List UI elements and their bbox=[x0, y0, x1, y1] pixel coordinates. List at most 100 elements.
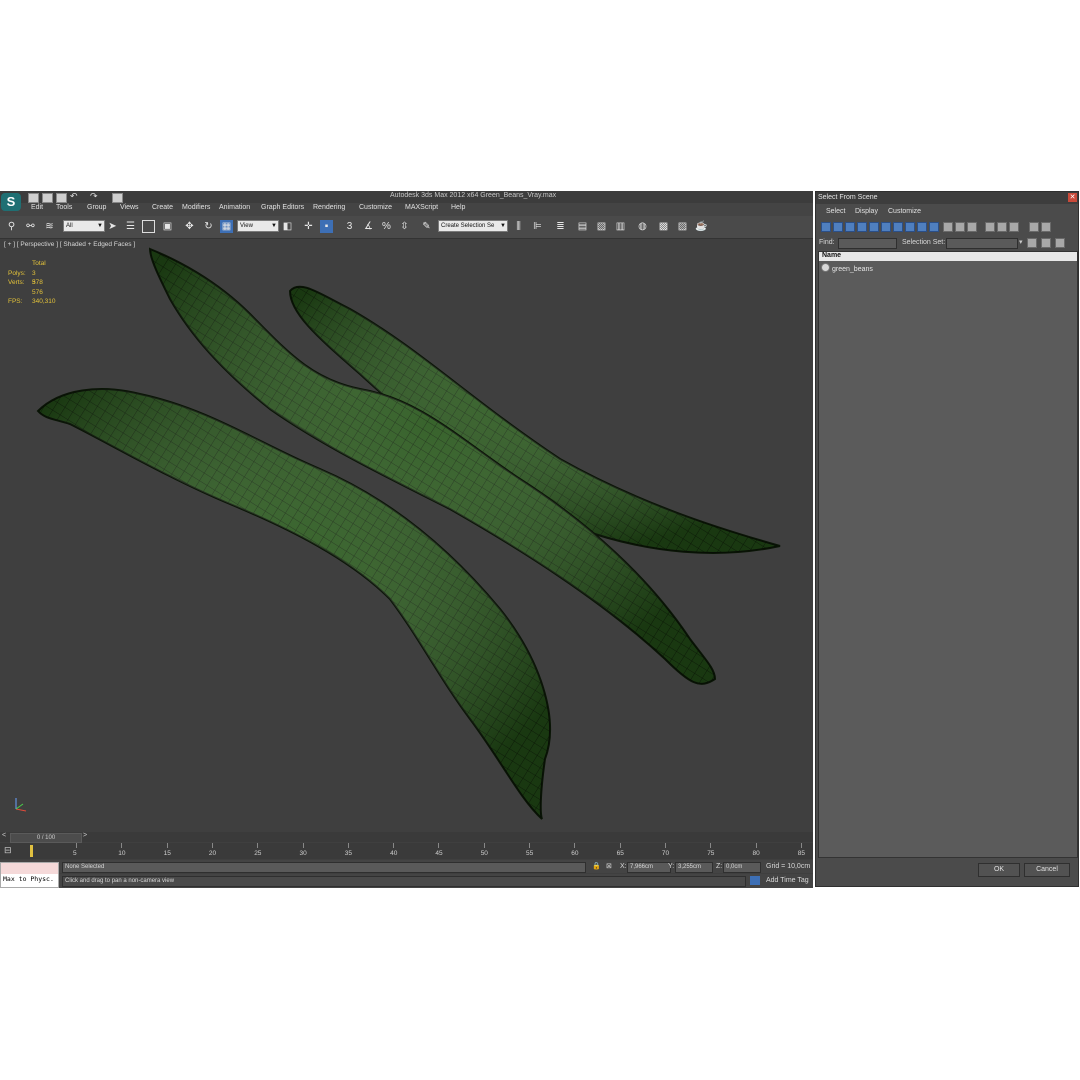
add-set-icon[interactable] bbox=[1027, 238, 1037, 248]
display-none-icon[interactable] bbox=[955, 222, 965, 232]
menu-create[interactable]: Create bbox=[152, 204, 173, 211]
layer-manager-icon[interactable]: ≣ bbox=[554, 220, 567, 233]
menu-views[interactable]: Views bbox=[120, 204, 139, 211]
reference-coordinate-dropdown[interactable]: View ▼ bbox=[237, 220, 279, 232]
absolute-mode-icon[interactable]: ⊠ bbox=[606, 862, 612, 870]
pivot-center-icon[interactable]: ◧ bbox=[281, 220, 294, 233]
select-none-icon[interactable] bbox=[997, 222, 1007, 232]
display-all-icon[interactable] bbox=[943, 222, 953, 232]
menu-graph-editors[interactable]: Graph Editors bbox=[261, 204, 304, 211]
redo-icon[interactable]: ↷ bbox=[90, 191, 98, 202]
name-column-header[interactable]: Name bbox=[819, 252, 1077, 261]
display-containers-icon[interactable] bbox=[929, 222, 939, 232]
bind-space-warp-icon[interactable]: ≋ bbox=[43, 220, 56, 233]
grid-size: Grid = 10,0cm bbox=[766, 863, 811, 870]
scene-object-list[interactable]: Name green_beans bbox=[818, 251, 1078, 858]
z-coordinate-field[interactable]: 0,0cm bbox=[723, 862, 761, 873]
display-xrefs-icon[interactable] bbox=[905, 222, 915, 232]
display-geometry-icon[interactable] bbox=[821, 222, 831, 232]
menu-edit[interactable]: Edit bbox=[31, 204, 43, 211]
mirror-icon[interactable]: ⫼ bbox=[512, 220, 525, 233]
unlink-icon[interactable]: ⚯ bbox=[24, 220, 37, 233]
named-selection-sets-dropdown[interactable]: Create Selection Se ▼ bbox=[438, 220, 508, 232]
find-input[interactable] bbox=[838, 238, 897, 249]
menu-group[interactable]: Group bbox=[87, 204, 106, 211]
keyboard-shortcut-override-icon[interactable]: ▪ bbox=[320, 220, 333, 233]
track-bar[interactable]: ⊟ 5 10 15 20 25 30 35 40 45 50 55 60 65 70 75 80 85 bbox=[0, 843, 813, 859]
schematic-view-icon[interactable]: ▥ bbox=[614, 220, 627, 233]
menu-animation[interactable]: Animation bbox=[219, 204, 250, 211]
x-coordinate-field[interactable]: 7,966cm bbox=[627, 862, 671, 873]
select-manipulate-icon[interactable]: ✛ bbox=[302, 220, 315, 233]
invert-display-icon[interactable] bbox=[967, 222, 977, 232]
set-options-icon[interactable] bbox=[1055, 238, 1065, 248]
display-bones-icon[interactable] bbox=[917, 222, 927, 232]
render-setup-icon[interactable]: ▩ bbox=[657, 220, 670, 233]
sync-selection-icon[interactable] bbox=[1041, 222, 1051, 232]
selection-set-dropdown[interactable] bbox=[946, 238, 1018, 249]
snaps-toggle-icon[interactable]: 3 bbox=[343, 220, 356, 233]
select-all-icon[interactable] bbox=[985, 222, 995, 232]
time-next-icon[interactable]: > bbox=[83, 832, 87, 839]
dialog-menu-select[interactable]: Select bbox=[826, 208, 845, 215]
remove-set-icon[interactable] bbox=[1041, 238, 1051, 248]
menu-customize[interactable]: Customize bbox=[359, 204, 392, 211]
green-beans-mesh[interactable] bbox=[0, 239, 813, 831]
new-file-icon[interactable] bbox=[28, 193, 39, 203]
select-move-icon[interactable]: ✥ bbox=[183, 220, 196, 233]
render-production-icon[interactable]: ☕ bbox=[695, 220, 708, 233]
app-logo-icon[interactable]: S bbox=[1, 193, 21, 211]
display-lights-icon[interactable] bbox=[845, 222, 855, 232]
ok-button[interactable]: OK bbox=[978, 863, 1020, 877]
time-prev-icon[interactable]: < bbox=[2, 832, 6, 839]
percent-snap-icon[interactable]: % bbox=[380, 220, 393, 233]
close-icon[interactable]: ✕ bbox=[1068, 193, 1077, 202]
menu-maxscript[interactable]: MAXScript bbox=[405, 204, 438, 211]
maxscript-input[interactable] bbox=[1, 863, 58, 874]
undo-icon[interactable]: ↶ bbox=[70, 191, 78, 202]
rect-selection-icon[interactable] bbox=[142, 220, 155, 233]
time-slider-thumb[interactable]: 0 / 100 bbox=[10, 833, 82, 843]
select-by-name-icon[interactable]: ☰ bbox=[124, 220, 137, 233]
material-editor-icon[interactable]: ◍ bbox=[636, 220, 649, 233]
select-link-icon[interactable]: ⚲ bbox=[5, 220, 18, 233]
graphite-modeling-icon[interactable]: ▤ bbox=[576, 220, 589, 233]
add-time-tag-button[interactable]: Add Time Tag bbox=[766, 877, 809, 884]
align-icon[interactable]: ⊫ bbox=[531, 220, 544, 233]
filter-icon[interactable] bbox=[1029, 222, 1039, 232]
menu-modifiers[interactable]: Modifiers bbox=[182, 204, 210, 211]
display-groups-icon[interactable] bbox=[893, 222, 903, 232]
perspective-viewport[interactable]: [ + ] [ Perspective ] [ Shaded + Edged F… bbox=[0, 239, 813, 881]
edit-named-selection-icon[interactable]: ✎ bbox=[420, 220, 433, 233]
display-space-warps-icon[interactable] bbox=[881, 222, 891, 232]
display-shapes-icon[interactable] bbox=[833, 222, 843, 232]
menu-help[interactable]: Help bbox=[451, 204, 465, 211]
y-coordinate-field[interactable]: 3,255cm bbox=[675, 862, 713, 873]
time-slider[interactable]: < 0 / 100 > bbox=[0, 832, 813, 843]
spinner-snap-icon[interactable]: ⇳ bbox=[398, 220, 411, 233]
select-object-icon[interactable]: ➤ bbox=[106, 220, 119, 233]
project-folder-icon[interactable] bbox=[112, 193, 123, 203]
selection-set-arrow-icon[interactable]: ▾ bbox=[1019, 238, 1023, 246]
select-rotate-icon[interactable]: ↻ bbox=[202, 220, 215, 233]
display-helpers-icon[interactable] bbox=[869, 222, 879, 232]
selection-filter-dropdown[interactable]: All ▼ bbox=[63, 220, 105, 232]
open-file-icon[interactable] bbox=[42, 193, 53, 203]
save-file-icon[interactable] bbox=[56, 193, 67, 203]
select-invert-icon[interactable] bbox=[1009, 222, 1019, 232]
dialog-menu-customize[interactable]: Customize bbox=[888, 208, 921, 215]
angle-snap-icon[interactable]: ∡ bbox=[362, 220, 375, 233]
rendered-frame-window-icon[interactable]: ▨ bbox=[676, 220, 689, 233]
lock-selection-icon[interactable]: 🔒 bbox=[592, 862, 601, 870]
window-crossing-icon[interactable]: ▣ bbox=[161, 220, 174, 233]
select-scale-icon[interactable]: ▦ bbox=[220, 220, 233, 233]
dialog-menu-display[interactable]: Display bbox=[855, 208, 878, 215]
curve-editor-icon[interactable]: ▧ bbox=[595, 220, 608, 233]
time-tag-icon[interactable] bbox=[750, 876, 760, 885]
cancel-button[interactable]: Cancel bbox=[1024, 863, 1070, 877]
menu-rendering[interactable]: Rendering bbox=[313, 204, 345, 211]
list-item[interactable]: green_beans bbox=[821, 263, 873, 273]
menu-tools[interactable]: Tools bbox=[56, 204, 72, 211]
maxscript-listener[interactable]: Max to Physc. bbox=[0, 862, 59, 888]
display-cameras-icon[interactable] bbox=[857, 222, 867, 232]
